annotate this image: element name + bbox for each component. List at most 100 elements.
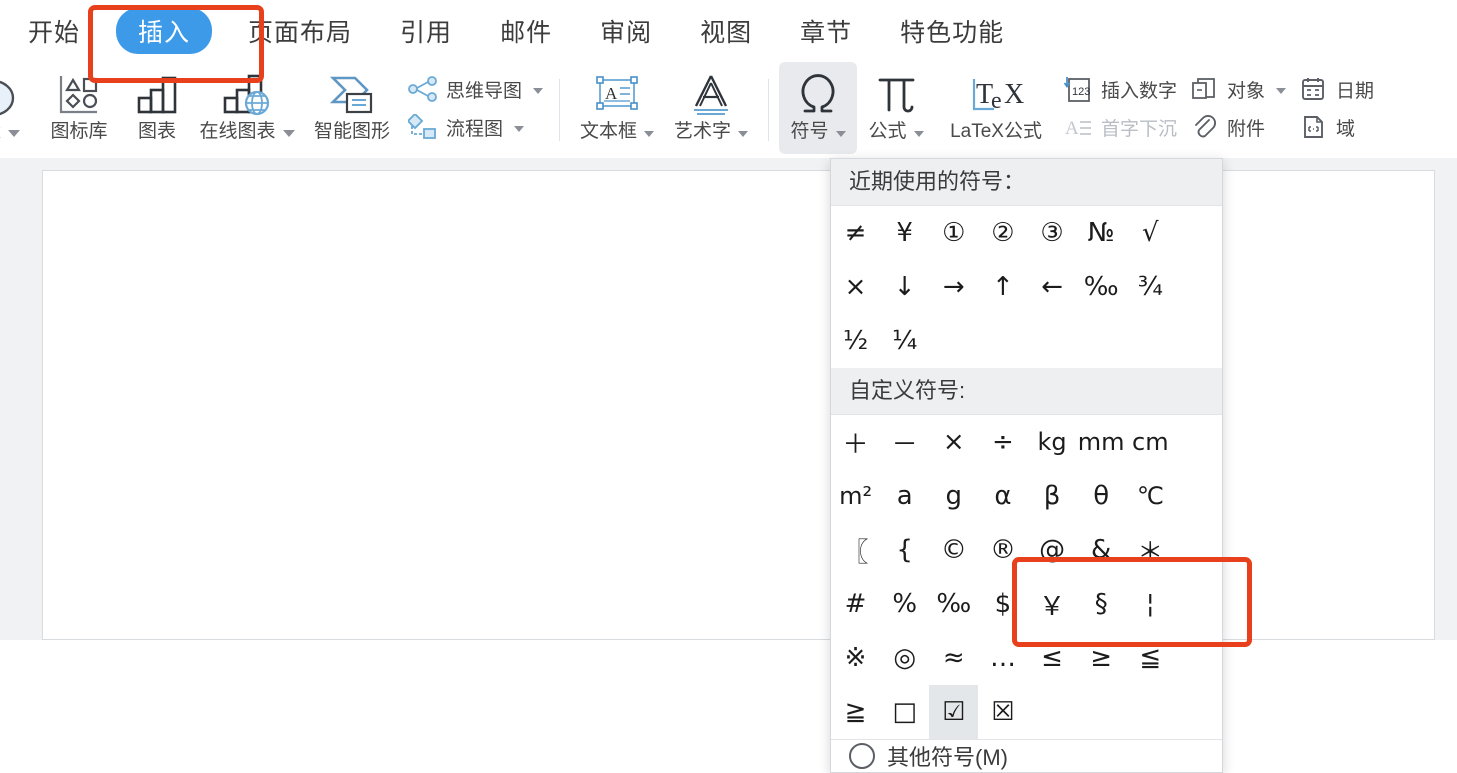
symbol-cell[interactable]: － [880,415,929,469]
tab-special-features[interactable]: 特色功能 [900,7,1004,55]
symbol-cell[interactable]: ※ [831,631,880,685]
ribbon-label-drop-cap: 首字下沉 [1101,118,1178,140]
symbol-cell[interactable]: & [1077,523,1126,577]
symbol-cell[interactable]: … [978,631,1027,685]
symbol-cell[interactable]: → [929,260,978,314]
symbol-cell-empty-checkbox[interactable]: □ [880,685,929,739]
chevron-down-icon[interactable] [514,126,525,132]
ribbon-button-formula[interactable]: 公式 [857,62,935,154]
chevron-down-icon[interactable] [738,130,749,137]
symbol-cell[interactable]: ↑ [978,260,1027,314]
symbol-cell[interactable]: ¾ [1126,260,1175,314]
symbol-cell[interactable]: ¦ [1126,577,1175,631]
symbol-cell[interactable]: θ [1077,469,1126,523]
symbol-cell[interactable]: ◎ [880,631,929,685]
tab-insert[interactable]: 插入 [116,8,213,54]
chevron-down-icon[interactable] [644,130,655,137]
symbol-cell[interactable]: ® [978,523,1027,577]
ribbon-button-wordart[interactable]: 艺术字 [664,62,758,154]
symbol-cell[interactable]: % [880,577,929,631]
symbol-cell[interactable]: ≈ [929,631,978,685]
symbol-cell[interactable]: g [929,469,978,523]
symbol-cell[interactable]: × [929,415,978,469]
symbol-cell[interactable]: # [831,577,880,631]
ribbon-button-latex[interactable]: T e X LaTeX公式 [935,62,1057,154]
tab-start[interactable]: 开始 [28,7,80,55]
ribbon-button-icon-library[interactable]: 图标库 [36,62,122,154]
symbol-cell[interactable]: ‰ [929,577,978,631]
more-symbols-menu-item[interactable]: 其他符号(M) [831,739,1222,772]
ribbon-button-attachment[interactable]: 附件 [1189,113,1286,141]
symbol-cell[interactable]: ￥ [1028,577,1077,631]
symbol-cell[interactable]: mm [1077,415,1126,469]
symbol-cell[interactable]: ＊ [1126,523,1175,577]
symbol-cell-crossed-checkbox[interactable]: ☒ [978,685,1027,739]
ribbon-button-flow-chart[interactable]: 流程图 [408,113,543,141]
ribbon-button-mind-map[interactable]: 思维导图 [408,75,544,103]
symbol-cell[interactable]: ℃ [1126,469,1175,523]
tab-mailings[interactable]: 邮件 [500,7,552,55]
chevron-down-icon[interactable] [533,88,544,94]
symbol-cell[interactable]: × [831,260,880,314]
symbol-cell[interactable]: ‰ [1077,260,1126,314]
symbol-cell[interactable]: ① [929,206,978,260]
svg-text:A: A [605,84,618,103]
symbol-cell[interactable]: § [1077,577,1126,631]
chevron-down-icon[interactable] [913,130,924,137]
symbol-cell[interactable]: ≦ [1126,631,1175,685]
symbol-cell[interactable]: ← [1028,260,1077,314]
ribbon-button-field[interactable]: 域 [1298,113,1374,141]
symbol-cell[interactable]: 〖 [831,523,880,577]
tab-section[interactable]: 章节 [800,7,852,55]
symbol-cell-checked-checkbox[interactable]: ☑ [929,685,979,739]
ribbon-button-object[interactable]: 对象 [1189,75,1287,103]
ribbon-toolbar: 状 图标库 图表 [0,62,1457,159]
bar-chart-icon [131,68,183,122]
chevron-down-icon[interactable] [282,130,295,137]
chevron-down-icon[interactable] [8,130,20,137]
symbol-cell[interactable]: a [880,469,929,523]
symbol-cell[interactable]: kg [1028,415,1077,469]
symbol-cell[interactable]: ② [978,206,1027,260]
symbol-cell[interactable]: © [929,523,978,577]
symbol-cell[interactable]: $ [978,577,1027,631]
ribbon-button-chart[interactable]: 图表 [122,62,192,154]
symbol-cell[interactable]: ≥ [1077,631,1126,685]
symbol-cell[interactable]: β [1028,469,1077,523]
symbol-cell[interactable]: ≠ [831,206,880,260]
chevron-down-icon[interactable] [1276,88,1287,94]
ribbon-button-shapes[interactable]: 状 [0,62,36,154]
symbol-cell[interactable]: ¥ [880,206,929,260]
tab-page-layout[interactable]: 页面布局 [248,7,352,55]
symbol-cell[interactable]: @ [1028,523,1077,577]
symbol-cell[interactable]: ½ [831,314,880,368]
symbol-cell[interactable]: ＋ [831,415,880,469]
symbol-cell[interactable]: ¼ [880,314,929,368]
symbol-cell[interactable] [1028,685,1077,739]
symbol-cell[interactable]: cm [1126,415,1175,469]
symbol-cell[interactable]: № [1077,206,1126,260]
chevron-down-icon[interactable] [835,130,846,137]
symbol-cell[interactable]: m² [831,469,880,523]
document-page[interactable] [42,170,1435,640]
symbol-cell[interactable]: ↓ [880,260,929,314]
symbol-cell[interactable]: ③ [1028,206,1077,260]
symbol-cell[interactable]: ÷ [978,415,1027,469]
custom-symbols-header: 自定义符号: [831,368,1222,415]
tab-references[interactable]: 引用 [400,7,452,55]
symbol-cell[interactable]: √ [1126,206,1175,260]
symbol-cell[interactable]: α [978,469,1027,523]
symbol-cell[interactable]: { [880,523,929,577]
ribbon-label-date: 日期 [1336,80,1375,102]
tab-review[interactable]: 审阅 [600,7,652,55]
ribbon-button-textbox[interactable]: A 文本框 [570,62,664,154]
ribbon-button-date[interactable]: 日期 [1298,75,1374,103]
ribbon-button-online-chart[interactable]: 在线图表 [192,62,302,154]
ribbon-button-symbol[interactable]: 符号 [779,62,858,154]
online-chart-icon [219,68,275,122]
ribbon-button-insert-number[interactable]: 123 插入数字 [1063,75,1177,103]
tab-view[interactable]: 视图 [700,7,752,55]
symbol-cell[interactable]: ≤ [1028,631,1077,685]
symbol-cell[interactable]: ≧ [831,685,880,739]
ribbon-button-smart-shape[interactable]: 智能图形 [302,62,402,154]
